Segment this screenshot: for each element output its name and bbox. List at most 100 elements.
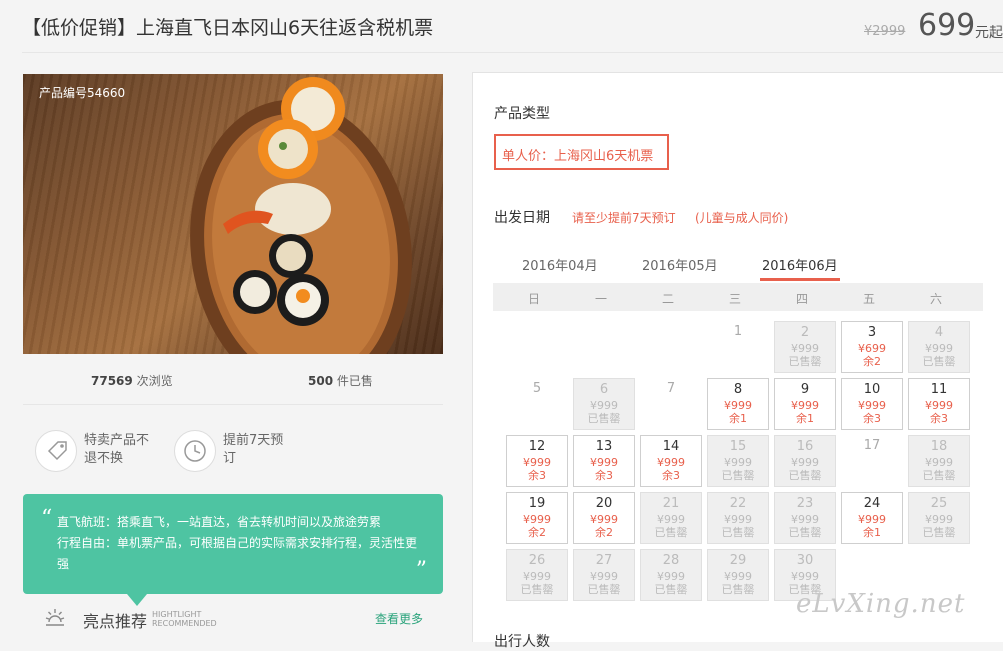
day-number: 15 [729, 439, 747, 454]
price-suffix: 元起 [975, 25, 1003, 41]
calendar-day-14[interactable]: 14 ¥999 余3 [640, 435, 702, 487]
day-availability: 已售罄 [922, 469, 956, 482]
quote-close-icon: ” [415, 558, 427, 583]
day-availability: 已售罄 [721, 469, 755, 482]
calendar-day-19[interactable]: 19 ¥999 余2 [506, 492, 568, 544]
day-availability: 已售罄 [721, 583, 755, 596]
booking-panel: 产品类型 单人价：上海冈山6天机票 出发日期 请至少提前7天预订 (儿童与成人同… [472, 72, 1003, 650]
day-price: ¥999 [791, 570, 819, 583]
product-type-option-label: 单人价：上海冈山6天机票 [502, 149, 654, 164]
calendar-day-6: 6 ¥999 已售罄 [573, 378, 635, 430]
calendar-day-21: 21 ¥999 已售罄 [640, 492, 702, 544]
highlight-title: 亮点推荐 [83, 612, 148, 631]
calendar-day-20[interactable]: 20 ¥999 余2 [573, 492, 635, 544]
info-bubble: “ 直飞航班：搭乘直飞，一站直达，省去转机时间以及旅途劳累 行程自由：单机票产品… [23, 494, 443, 606]
day-price: ¥999 [858, 513, 886, 526]
calendar-day-28: 28 ¥999 已售罄 [640, 549, 702, 601]
tab-month-2016-04[interactable]: 2016年04月 [522, 255, 598, 274]
sold-count: 500 [308, 374, 334, 388]
day-number: 5 [532, 381, 542, 396]
clock-icon [174, 430, 216, 472]
calendar-day-29: 29 ¥999 已售罄 [707, 549, 769, 601]
calendar-day-24[interactable]: 24 ¥999 余1 [841, 492, 903, 544]
product-photo: 产品编号54660 [23, 74, 443, 354]
views-stat: 77569 次浏览 [91, 372, 173, 389]
day-availability: 已售罄 [587, 583, 621, 596]
product-type-option[interactable]: 单人价：上海冈山6天机票 [494, 134, 669, 170]
calendar-day-15: 15 ¥999 已售罄 [707, 435, 769, 487]
day-number: 13 [595, 439, 613, 454]
travelers-title: 出行人数 [494, 634, 550, 650]
divider [22, 52, 1003, 53]
highlight-sub-line: RECOMMENDED [152, 619, 217, 628]
day-availability: 余3 [595, 469, 613, 482]
day-availability: 余1 [729, 412, 747, 425]
day-availability: 已售罄 [922, 526, 956, 539]
weekday-header: 日 一 二 三 四 五 六 [493, 283, 983, 311]
day-price: ¥999 [724, 399, 752, 412]
views-label: 次浏览 [136, 374, 173, 388]
calendar-day-12[interactable]: 12 ¥999 余3 [506, 435, 568, 487]
product-stats: 77569 次浏览 500 件已售 [23, 372, 443, 392]
day-number: 3 [867, 325, 877, 340]
sold-stat: 500 件已售 [308, 372, 373, 389]
day-availability: 已售罄 [654, 583, 688, 596]
calendar-day-5: 5 [506, 378, 568, 430]
highlight-subtitle: HIGHTLIGHT RECOMMENDED [152, 610, 217, 628]
day-price: ¥999 [590, 399, 618, 412]
day-availability: 已售罄 [654, 526, 688, 539]
calendar-day-10[interactable]: 10 ¥999 余3 [841, 378, 903, 430]
day-availability: 已售罄 [587, 412, 621, 425]
day-number: 20 [595, 496, 613, 511]
day-price: ¥999 [791, 456, 819, 469]
day-number: 25 [930, 496, 948, 511]
weekday-label: 二 [661, 292, 674, 306]
day-number: 8 [733, 382, 743, 397]
day-price: ¥999 [523, 570, 551, 583]
day-availability: 余3 [662, 469, 680, 482]
product-type-title: 产品类型 [494, 106, 550, 122]
product-code-label: 产品编号54660 [39, 86, 126, 100]
calendar-day-11[interactable]: 11 ¥999 余3 [908, 378, 970, 430]
calendar-day-16: 16 ¥999 已售罄 [774, 435, 836, 487]
day-price: ¥999 [590, 456, 618, 469]
calendar-day-27: 27 ¥999 已售罄 [573, 549, 635, 601]
day-availability: 已售罄 [788, 355, 822, 368]
day-price: ¥999 [657, 570, 685, 583]
day-availability: 已售罄 [721, 526, 755, 539]
day-availability: 已售罄 [788, 469, 822, 482]
calendar-day-3[interactable]: 3 ¥699 余2 [841, 321, 903, 373]
tab-month-2016-05[interactable]: 2016年05月 [642, 255, 718, 274]
day-price: ¥999 [925, 399, 953, 412]
views-count: 77569 [91, 374, 133, 388]
day-availability: 余2 [528, 526, 546, 539]
sushi-plate-image [190, 77, 412, 354]
feature-text: 特卖产品不退不换 [84, 433, 150, 466]
day-availability: 余1 [863, 526, 881, 539]
day-availability: 余3 [528, 469, 546, 482]
day-number: 22 [729, 496, 747, 511]
day-price: ¥999 [590, 570, 618, 583]
day-number: 17 [863, 438, 881, 453]
view-more-link[interactable]: 查看更多 [375, 610, 423, 627]
weekday-label: 六 [929, 292, 942, 306]
calendar-day-22: 22 ¥999 已售罄 [707, 492, 769, 544]
divider [23, 404, 443, 405]
calendar-day-13[interactable]: 13 ¥999 余3 [573, 435, 635, 487]
calendar-day-17: 17 [841, 435, 903, 487]
day-number: 14 [662, 439, 680, 454]
day-availability: 已售罄 [520, 583, 554, 596]
departure-date-title: 出发日期 [494, 210, 550, 226]
calendar-day-9[interactable]: 9 ¥999 余1 [774, 378, 836, 430]
day-availability: 余2 [595, 526, 613, 539]
day-price: ¥999 [590, 513, 618, 526]
sold-label: 件已售 [336, 374, 373, 388]
bubble-line: 行程自由：单机票产品，可根据自己的实际需求安排行程，灵活性更强 [57, 536, 418, 571]
bubble-text: 直飞航班：搭乘直飞，一站直达，省去转机时间以及旅途劳累 行程自由：单机票产品，可… [57, 512, 417, 575]
tab-month-2016-06[interactable]: 2016年06月 [762, 255, 838, 274]
day-number: 7 [666, 381, 676, 396]
calendar-day-8[interactable]: 8 ¥999 余1 [707, 378, 769, 430]
day-price: ¥999 [724, 456, 752, 469]
day-price: ¥999 [657, 456, 685, 469]
day-price: ¥999 [925, 513, 953, 526]
